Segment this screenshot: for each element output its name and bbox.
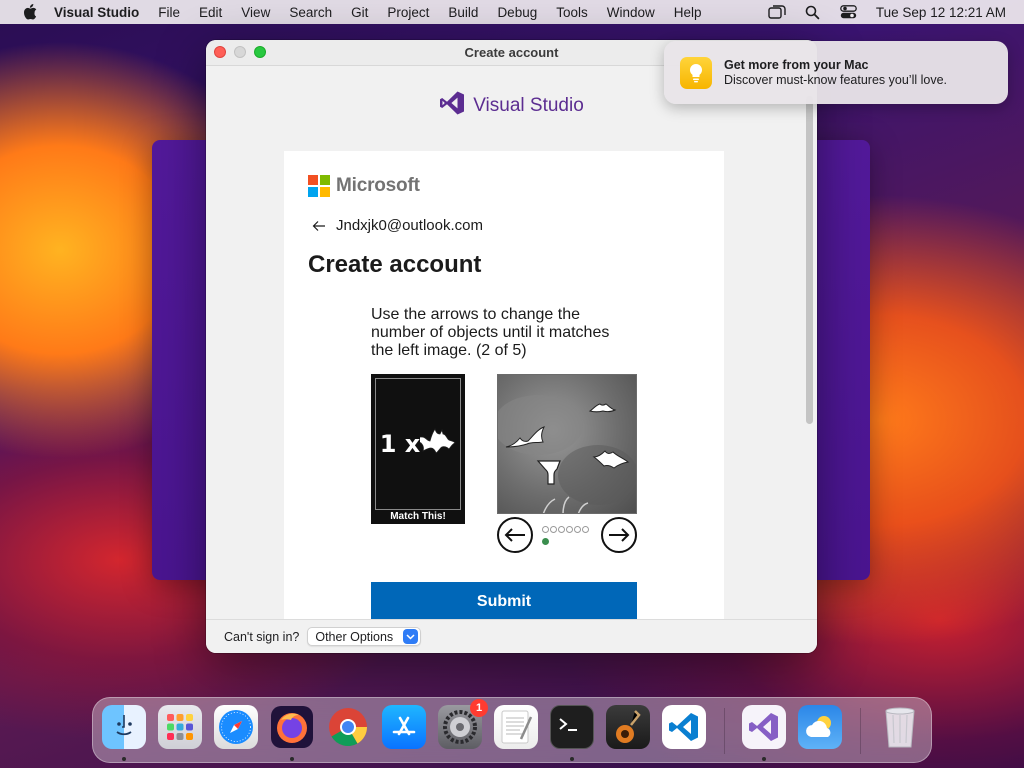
cant-sign-in-label: Can't sign in? xyxy=(224,629,300,644)
puzzle-objects xyxy=(498,395,636,513)
option-indicator xyxy=(542,524,592,548)
running-indicator xyxy=(762,757,766,761)
launchpad-icon[interactable] xyxy=(158,705,202,749)
garageband-icon[interactable] xyxy=(606,705,650,749)
page-title: Create account xyxy=(308,251,482,278)
microsoft-logo-text: Microsoft xyxy=(336,175,420,196)
visual-studio-logo-icon xyxy=(439,90,465,122)
target-image: 1 x Match This! xyxy=(371,374,465,524)
puzzle-image xyxy=(497,374,637,514)
menu-git[interactable]: Git xyxy=(351,5,368,20)
vscode-icon[interactable] xyxy=(662,705,706,749)
chrome-icon[interactable] xyxy=(326,705,370,749)
visual-studio-icon[interactable] xyxy=(742,705,786,749)
weather-icon[interactable] xyxy=(798,705,842,749)
next-arrow-button[interactable] xyxy=(601,517,637,553)
microsoft-logo: Microsoft xyxy=(308,175,420,197)
create-account-dialog: Create account Visual Studio Microsoft J… xyxy=(206,40,817,653)
menu-build[interactable]: Build xyxy=(448,5,478,20)
menu-help[interactable]: Help xyxy=(674,5,702,20)
microsoft-logo-icon xyxy=(308,175,330,197)
option-dot xyxy=(566,526,573,533)
zoom-button[interactable] xyxy=(254,46,266,58)
menu-project[interactable]: Project xyxy=(387,5,429,20)
arrow-left-icon xyxy=(504,528,525,542)
option-dot-selected xyxy=(542,538,549,545)
target-caption: Match This! xyxy=(390,511,446,522)
target-image-content: 1 x xyxy=(375,378,461,510)
trash-icon[interactable] xyxy=(878,705,922,749)
option-dot xyxy=(542,526,549,533)
finder-icon[interactable] xyxy=(102,705,146,749)
terminal-icon[interactable] xyxy=(550,705,594,749)
previous-arrow-button[interactable] xyxy=(497,517,533,553)
bat-icon xyxy=(416,427,456,462)
signin-card: Microsoft Jndxjk0@outlook.com Create acc… xyxy=(284,151,724,621)
spotlight-search-icon[interactable] xyxy=(804,4,822,20)
running-indicator xyxy=(570,757,574,761)
dialog-scrollbar[interactable] xyxy=(806,96,813,424)
visual-studio-brand-text: Visual Studio xyxy=(473,95,584,116)
window-controls xyxy=(214,46,266,58)
target-count: 1 x xyxy=(379,430,421,458)
submit-button[interactable]: Submit xyxy=(371,582,637,621)
identity-banner: Jndxjk0@outlook.com xyxy=(312,217,483,234)
running-indicator xyxy=(290,757,294,761)
window-switcher-icon[interactable] xyxy=(768,4,786,20)
option-dot xyxy=(582,526,589,533)
dock-separator xyxy=(860,708,861,754)
dialog-title: Create account xyxy=(464,45,559,60)
chevron-down-icon xyxy=(403,629,419,644)
menu-debug[interactable]: Debug xyxy=(497,5,537,20)
menu-bar: Visual Studio File Edit View Search Git … xyxy=(0,0,1024,24)
notification-subtitle: Discover must-know features you’ll love. xyxy=(724,73,947,87)
option-dot xyxy=(558,526,565,533)
minimize-button[interactable] xyxy=(234,46,246,58)
app-store-icon[interactable] xyxy=(382,705,426,749)
dock-separator xyxy=(724,708,725,754)
notification-badge: 1 xyxy=(470,699,488,717)
menu-edit[interactable]: Edit xyxy=(199,5,222,20)
back-arrow-icon[interactable] xyxy=(312,219,328,233)
menu-file[interactable]: File xyxy=(158,5,180,20)
lightbulb-icon xyxy=(680,56,712,89)
option-dot xyxy=(574,526,581,533)
menu-search[interactable]: Search xyxy=(289,5,332,20)
dock: 1 xyxy=(92,697,932,763)
menu-bar-status: Tue Sep 12 12:21 AM xyxy=(768,0,1006,24)
menu-tools[interactable]: Tools xyxy=(556,5,588,20)
identity-email: Jndxjk0@outlook.com xyxy=(336,217,483,234)
running-indicator xyxy=(122,757,126,761)
other-options-select[interactable]: Other Options xyxy=(307,627,422,646)
textedit-icon[interactable] xyxy=(494,705,538,749)
option-dot xyxy=(550,526,557,533)
arrow-right-icon xyxy=(609,528,630,542)
control-center-icon[interactable] xyxy=(840,4,858,20)
menu-window[interactable]: Window xyxy=(607,5,655,20)
apple-menu-icon[interactable] xyxy=(20,4,40,20)
tips-notification[interactable]: Get more from your Mac Discover must-kno… xyxy=(664,41,1008,104)
system-settings-icon[interactable]: 1 xyxy=(438,699,488,749)
close-button[interactable] xyxy=(214,46,226,58)
menu-bar-clock[interactable]: Tue Sep 12 12:21 AM xyxy=(876,5,1006,20)
firefox-icon[interactable] xyxy=(270,705,314,749)
other-options-value: Other Options xyxy=(315,629,394,644)
dialog-footer: Can't sign in? Other Options xyxy=(206,619,817,653)
menu-app-name[interactable]: Visual Studio xyxy=(54,5,139,20)
menu-view[interactable]: View xyxy=(241,5,270,20)
notification-title: Get more from your Mac xyxy=(724,58,869,72)
puzzle-instructions: Use the arrows to change the number of o… xyxy=(371,306,610,359)
safari-icon[interactable] xyxy=(214,705,258,749)
